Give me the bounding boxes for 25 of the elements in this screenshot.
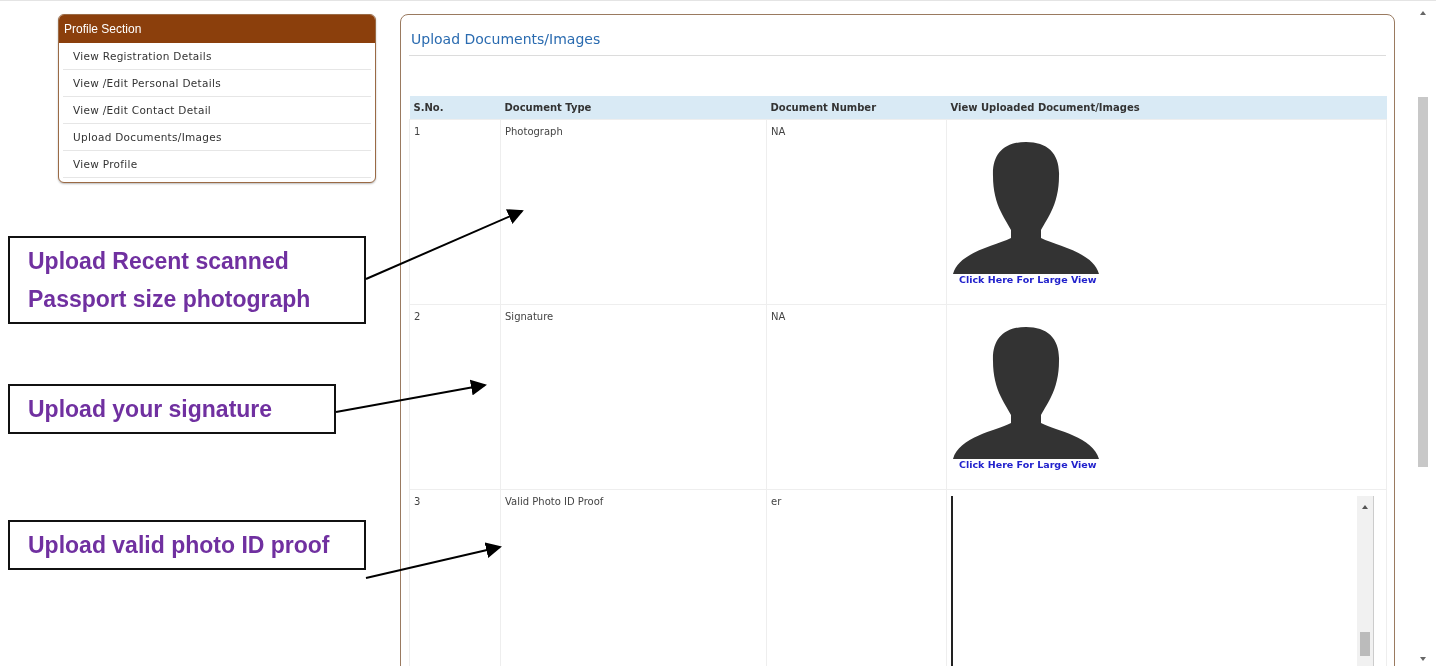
annotation-callout: Upload valid photo ID proof bbox=[8, 520, 366, 570]
sidebar-item[interactable]: View /Edit Personal Details bbox=[63, 70, 371, 97]
panel-heading: Upload Documents/Images bbox=[409, 15, 1386, 56]
table-cell: NA bbox=[766, 119, 947, 305]
annotation-callout: Upload Recent scanned Passport size photograph bbox=[8, 236, 366, 324]
annotation-callout: Upload your signature bbox=[8, 384, 336, 434]
sidebar-item[interactable]: View /Edit Contact Detail bbox=[63, 97, 371, 124]
column-header: View Uploaded Document/Images bbox=[946, 96, 1387, 120]
large-view-link[interactable]: Click Here For Large View bbox=[959, 459, 1097, 470]
person-silhouette-icon bbox=[951, 327, 1101, 459]
panel-title: Profile Section bbox=[59, 15, 375, 43]
sidebar-item[interactable]: View Registration Details bbox=[63, 43, 371, 70]
sidebar-item[interactable]: View Profile bbox=[63, 151, 371, 178]
column-header: S.No. bbox=[409, 96, 501, 120]
column-header: Document Type bbox=[500, 96, 767, 120]
large-view-link[interactable]: Click Here For Large View bbox=[959, 274, 1097, 285]
table-cell: 1 bbox=[409, 119, 501, 305]
table-cell: Signature bbox=[500, 304, 767, 490]
table-cell: Photograph bbox=[500, 119, 767, 305]
table-cell: 3 bbox=[409, 489, 501, 666]
sidebar-item[interactable]: Upload Documents/Images bbox=[63, 124, 371, 151]
column-header: Document Number bbox=[766, 96, 947, 120]
table-cell: 2 bbox=[409, 304, 501, 490]
person-silhouette-icon bbox=[951, 142, 1101, 274]
table-cell: NA bbox=[766, 304, 947, 490]
